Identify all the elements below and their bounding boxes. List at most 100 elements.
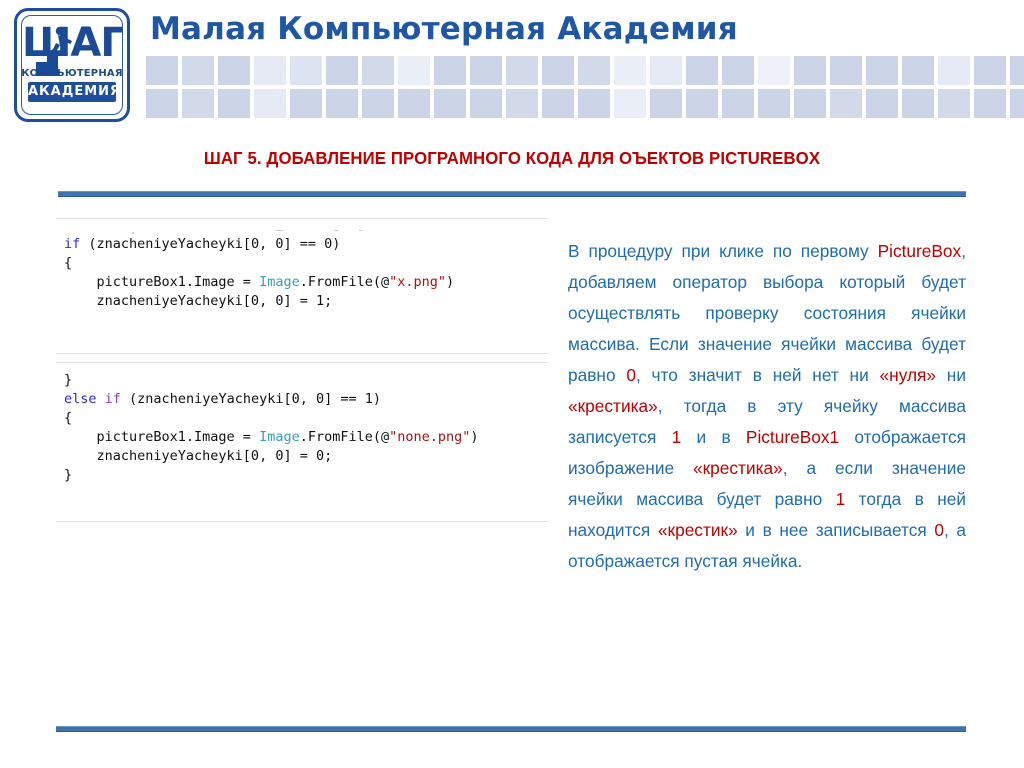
explanation-highlight: «нуля» [879,365,937,385]
code-token: znacheniyeYacheyki[0, 0] = 0; [64,448,333,464]
code-token: (znacheniyeYacheyki[0, 0] == 1) [120,391,382,407]
slide-title: ШАГ 5. ДОБАВЛЕНИЕ ПРОГРАМНОГО КОДА ДЛЯ О… [203,148,821,168]
code-token: else [64,391,97,407]
explanation-paragraph: В процедуру при клике по первому Picture… [568,236,966,577]
checker-cell [794,89,826,118]
checker-cell [254,89,286,118]
checker-cell [362,56,394,85]
code-token: ) [446,274,455,290]
logo-kompyuternaya-text: КОМПЬЮТЕРНАЯ [21,68,123,79]
academy-logo: ШАГ КОМПЬЮТЕРНАЯ АКАДЕМИЯ [14,8,130,122]
explanation-highlight: 1 [671,427,682,447]
code-token: .FromFile(@ [299,429,390,445]
code-token: pictureBox1.Image = [64,429,260,445]
code-token: { [64,255,73,271]
code-line: pictureBox1.Image = Image.FromFile(@"non… [56,428,548,447]
code-token: "x.png" [389,274,447,290]
explanation-highlight: 1 [835,489,846,509]
explanation-highlight: 0 [626,365,636,385]
code-token: if [104,391,121,407]
code-token: { [64,410,73,426]
code-token: znacheniyeYacheyki[0, 0] = 1; [64,293,333,309]
checker-cell [146,56,178,85]
code-token: pictureBox1.Image = [64,274,260,290]
checker-cell [938,89,970,118]
checker-cell [434,89,466,118]
explanation-highlight: 0 [934,520,944,540]
checker-cell [974,89,1006,118]
code-token: .FromFile(@ [299,274,390,290]
checker-cell [398,56,430,85]
code-screenshot-if-branch: . — - - if (znacheniyeYacheyki[0, 0] == 0… [56,218,548,354]
checker-cell [362,89,394,118]
academy-title: Малая Компьютерная Академия [150,11,738,47]
code-line: if (znacheniyeYacheyki[0, 0] == 0) [56,235,548,254]
checker-cell [470,56,502,85]
code-line: } [56,466,548,485]
checker-cell [326,56,358,85]
checker-cell [182,56,214,85]
logo-akademiya-text: АКАДЕМИЯ [28,82,120,102]
checker-cell [866,56,898,85]
code-token: } [64,467,73,483]
checker-cell [614,89,646,118]
checker-cell [506,56,538,85]
bottom-divider-rule [56,726,966,732]
checker-cell [218,89,250,118]
explanation-text: и в нее записывается [737,520,935,540]
checker-cell [290,56,322,85]
explanation-text: ни [936,365,966,385]
title-divider-rule [58,191,966,197]
explanation-text: и в [681,427,746,447]
explanation-text: В процедуру при клике по первому [568,241,878,261]
checker-cell [1010,89,1024,118]
checker-cell [182,89,214,118]
explanation-highlight: «крестика» [693,458,783,478]
code-token: . — - - [64,222,365,235]
code-line: . — - - [56,221,548,235]
checker-cell [686,89,718,118]
checker-cell [578,89,610,118]
code-line: znacheniyeYacheyki[0, 0] = 0; [56,447,548,466]
checker-cell [758,89,790,118]
checker-row [146,89,1024,118]
checker-cell [326,89,358,118]
checker-cell [1010,56,1024,85]
explanation-text: , добавляем оператор выбора который буде… [568,241,966,385]
code-screenshot-else-branch: } else if (znacheniyeYacheyki[0, 0] == 1)… [56,362,548,522]
code-line: { [56,409,548,428]
checker-cell [290,89,322,118]
checker-cell [722,56,754,85]
checker-cell [758,56,790,85]
checker-cell [218,56,250,85]
checker-cell [974,56,1006,85]
code-token: Image [259,274,300,290]
checker-cell [650,89,682,118]
checker-cell [686,56,718,85]
checker-cell [578,56,610,85]
code-line: znacheniyeYacheyki[0, 0] = 1; [56,292,548,311]
explanation-text: , что значит в ней нет ни [635,365,880,385]
code-token: } [64,372,73,388]
checker-cell [830,56,862,85]
checker-cell [866,89,898,118]
checker-cell [830,89,862,118]
checker-cell [650,56,682,85]
code-token: (znacheniyeYacheyki[0, 0] == 0) [80,236,341,252]
explanation-highlight: PictureBox1 [745,427,840,447]
explanation-highlight: «крестика» [568,396,658,416]
checker-grid-decoration [146,56,1024,122]
code-line: pictureBox1.Image = Image.FromFile(@"x.p… [56,273,548,292]
code-token: Image [259,429,300,445]
checker-cell [542,56,574,85]
code-screenshots-area: . — - - if (znacheniyeYacheyki[0, 0] == 0… [56,218,548,538]
header-band: ШАГ КОМПЬЮТЕРНАЯ АКАДЕМИЯ Малая Компьюте… [0,0,1024,132]
checker-cell [434,56,466,85]
explanation-highlight: «крестик» [657,520,738,540]
checker-cell [722,89,754,118]
code-line: } [56,371,548,390]
checker-cell [506,89,538,118]
code-token: "none.png" [389,429,471,445]
checker-cell [614,56,646,85]
